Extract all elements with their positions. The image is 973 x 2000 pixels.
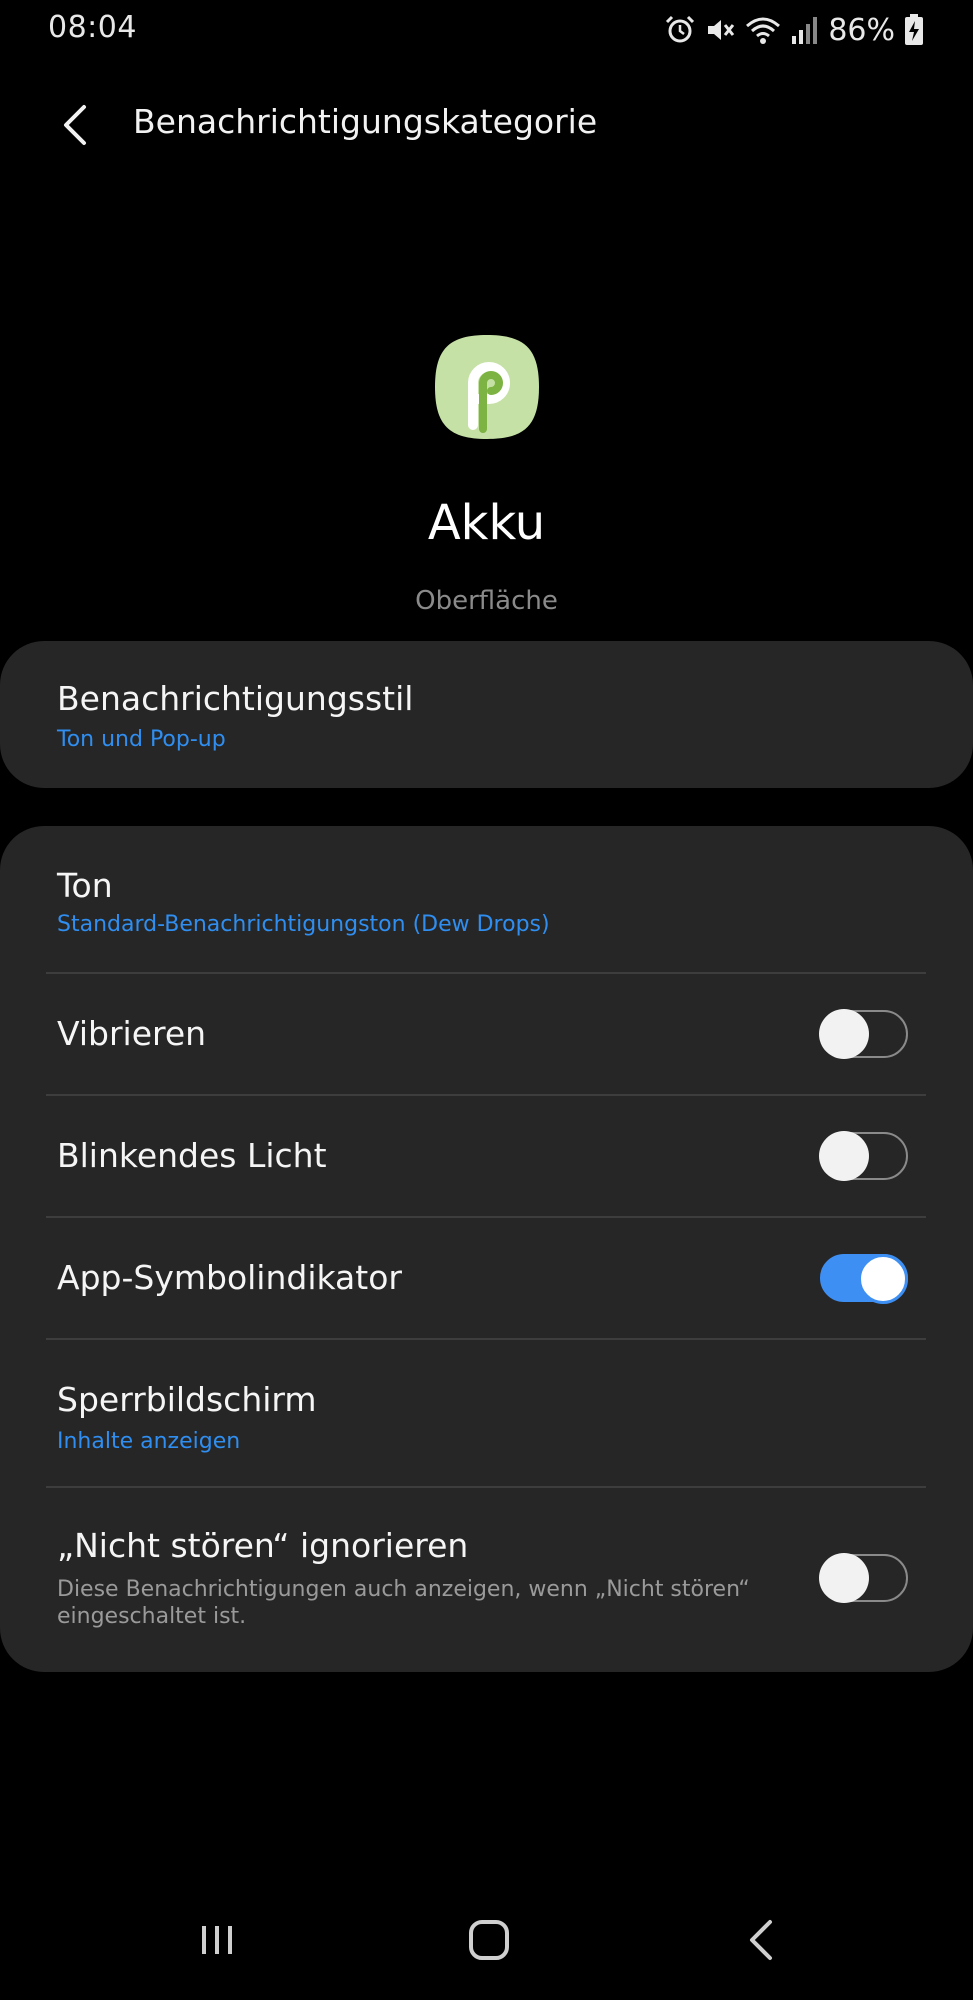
- wifi-icon: [744, 14, 782, 46]
- toggle-knob: [819, 1553, 869, 1603]
- category-group: Oberfläche: [415, 586, 558, 616]
- toggle-knob: [858, 1254, 908, 1304]
- sound-title: Ton: [57, 866, 113, 905]
- dnd-override-toggle[interactable]: [819, 1553, 908, 1603]
- page-title: Benachrichtigungskategorie: [133, 102, 598, 141]
- lockscreen-row[interactable]: Sperrbildschirm Inhalte anzeigen: [0, 1340, 973, 1486]
- badge-row[interactable]: App-Symbolindikator: [0, 1218, 973, 1338]
- battery-charging-icon: [903, 13, 925, 47]
- app-bar: Benachrichtigungskategorie: [0, 90, 973, 160]
- blink-light-toggle[interactable]: [819, 1131, 908, 1181]
- battery-percent: 86%: [828, 12, 895, 48]
- sound-value: Standard-Benachrichtigungston (Dew Drops…: [57, 912, 550, 937]
- badge-toggle[interactable]: [820, 1254, 908, 1304]
- status-icons: 86%: [664, 10, 925, 50]
- signal-icon: [790, 14, 818, 46]
- settings-card: Ton Standard-Benachrichtigungston (Dew D…: [0, 826, 973, 1672]
- lockscreen-value: Inhalte anzeigen: [57, 1429, 241, 1454]
- dnd-override-title: „Nicht stören“ ignorieren: [57, 1526, 469, 1565]
- alarm-icon: [664, 14, 696, 46]
- vibrate-toggle[interactable]: [819, 1009, 908, 1059]
- android-p-icon: [433, 333, 541, 441]
- toggle-knob: [819, 1009, 869, 1059]
- notification-style-row[interactable]: Benachrichtigungsstil Ton und Pop-up: [0, 641, 973, 788]
- status-time: 08:04: [48, 10, 137, 45]
- navigation-bar: [0, 1900, 973, 1980]
- dnd-override-description: Diese Benachrichtigungen auch anzeigen, …: [57, 1577, 750, 1629]
- notification-style-card: Benachrichtigungsstil Ton und Pop-up: [0, 641, 973, 788]
- vibrate-row[interactable]: Vibrieren: [0, 974, 973, 1094]
- mute-icon: [704, 14, 736, 46]
- vibrate-title: Vibrieren: [57, 1014, 207, 1053]
- dnd-override-row[interactable]: „Nicht stören“ ignorieren Diese Benachri…: [0, 1488, 973, 1658]
- blink-light-row[interactable]: Blinkendes Licht: [0, 1096, 973, 1216]
- back-icon[interactable]: [722, 1900, 802, 1980]
- toggle-knob: [819, 1131, 869, 1181]
- home-icon[interactable]: [449, 1900, 529, 1980]
- lockscreen-title: Sperrbildschirm: [57, 1380, 317, 1419]
- notification-style-value: Ton und Pop-up: [57, 727, 226, 752]
- app-name: Akku: [427, 495, 546, 551]
- blink-light-title: Blinkendes Licht: [57, 1136, 327, 1175]
- back-arrow-icon[interactable]: [50, 98, 100, 152]
- notification-style-title: Benachrichtigungsstil: [57, 679, 414, 718]
- sound-row[interactable]: Ton Standard-Benachrichtigungston (Dew D…: [0, 826, 973, 972]
- status-bar: 08:04 86%: [0, 0, 973, 60]
- recent-apps-icon[interactable]: [177, 1900, 257, 1980]
- badge-title: App-Symbolindikator: [57, 1258, 402, 1297]
